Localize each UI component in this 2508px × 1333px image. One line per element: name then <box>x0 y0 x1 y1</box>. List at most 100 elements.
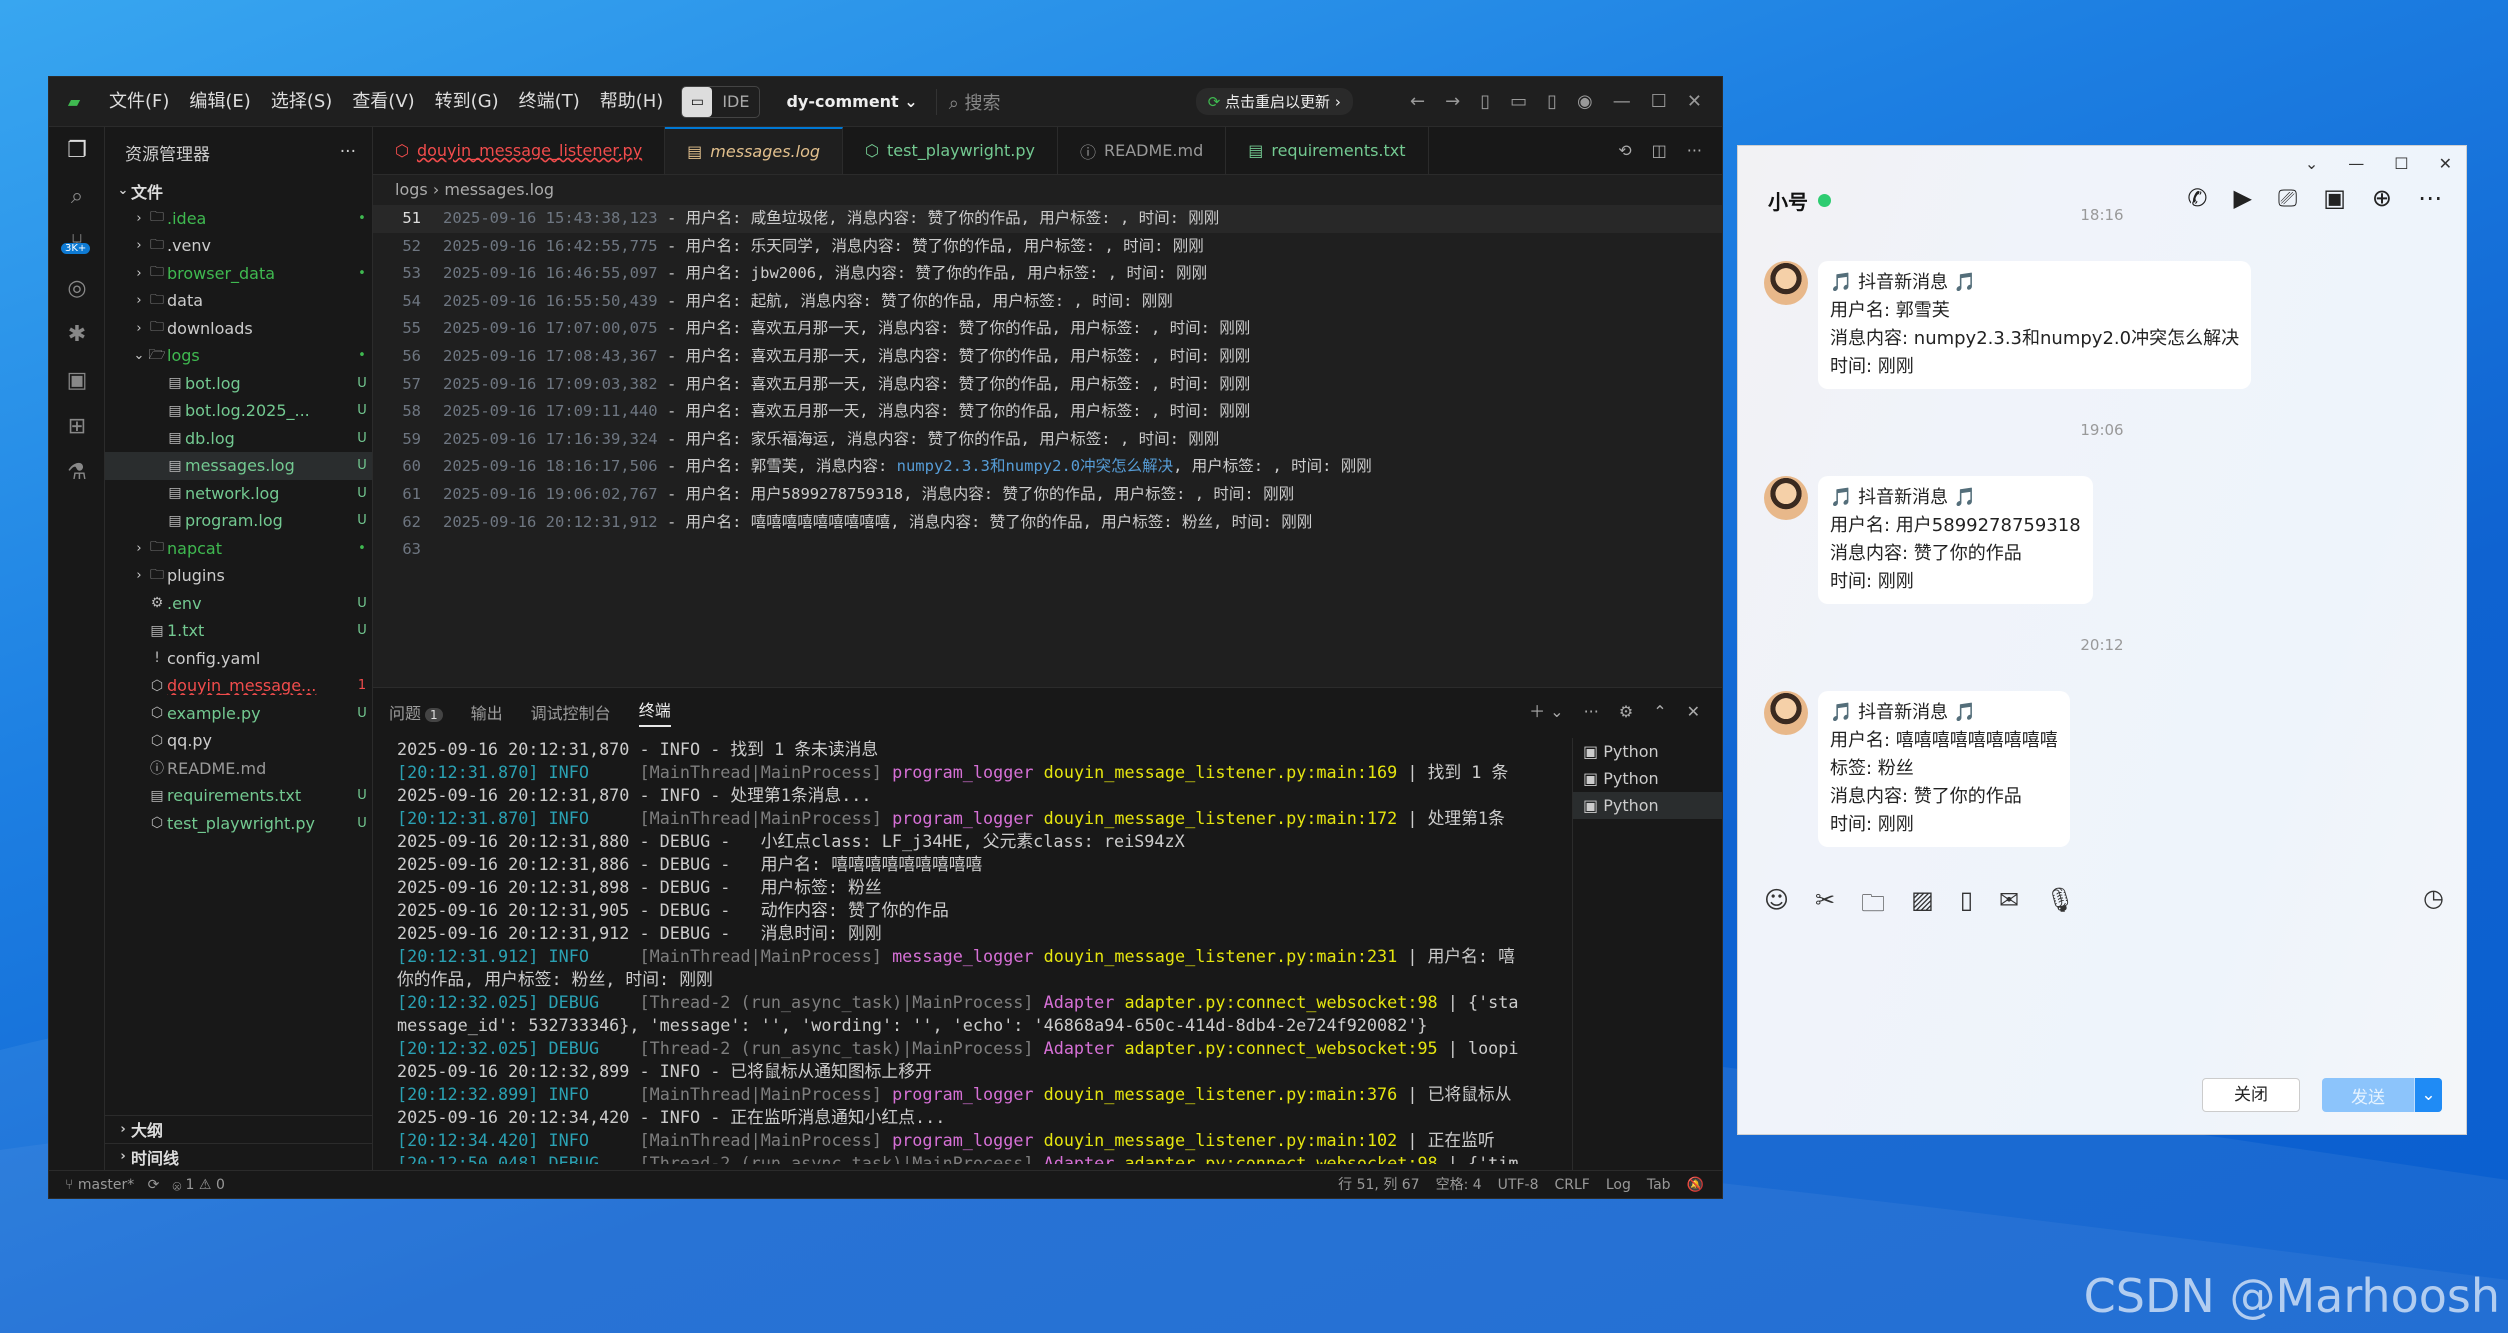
menu-item[interactable]: 终端(T) <box>509 77 590 127</box>
debug-icon[interactable]: ✱ <box>49 311 105 357</box>
breadcrumb-item[interactable]: logs <box>395 180 428 199</box>
message-bubble[interactable]: 🎵 抖音新消息 🎵 用户名: 郭雪芙 消息内容: numpy2.3.3和numpy2… <box>1818 261 2252 389</box>
editor-tab[interactable]: ▤ messages.log <box>665 127 844 174</box>
tree-item[interactable]: › 🗀 napcat • <box>105 535 372 563</box>
image-icon[interactable]: ▨ <box>1911 886 1934 927</box>
tree-root[interactable]: ⌄ 文件 <box>105 177 372 205</box>
minimize-icon[interactable]: — <box>1613 77 1631 127</box>
tree-item[interactable]: › 🗀 browser_data • <box>105 260 372 288</box>
forward-icon[interactable]: → <box>1445 77 1460 127</box>
tree-item[interactable]: ▤ program.log U <box>105 507 372 535</box>
code-editor[interactable]: 51 2025-09-16 15:43:38,123 - 用户名: 咸鱼垃圾佬, … <box>373 205 1722 564</box>
ide-toggle[interactable]: ▭ IDE <box>681 85 761 118</box>
terminal-instance[interactable]: ▣ Python <box>1573 738 1722 765</box>
status-item[interactable]: 行 51, 列 67 <box>1338 1171 1419 1198</box>
status-item[interactable]: Log <box>1606 1171 1631 1198</box>
close-icon[interactable]: ✕ <box>1687 77 1702 127</box>
tree-item[interactable]: ▤ 1.txt U <box>105 617 372 645</box>
status-item[interactable]: 空格: 4 <box>1436 1171 1482 1198</box>
extensions-icon[interactable]: ⊞ <box>49 403 105 449</box>
close-icon[interactable]: ✕ <box>2439 154 2452 173</box>
source-control-icon[interactable]: ⑂ 3K+ <box>49 219 105 265</box>
more-icon[interactable]: ··· <box>340 142 356 162</box>
history-clock-icon[interactable]: ◷ <box>2423 884 2444 912</box>
tree-item[interactable]: ⬡ qq.py <box>105 727 372 755</box>
more-icon[interactable]: ··· <box>1584 688 1599 736</box>
maximize-panel-icon[interactable]: ⌃ <box>1653 688 1666 736</box>
editor-tab[interactable]: ⬡ test_playwright.py <box>843 127 1058 174</box>
tree-item[interactable]: ▤ bot.log.2025_... U <box>105 397 372 425</box>
shake-icon[interactable]: ▯ <box>1960 886 1973 927</box>
tree-item[interactable]: ▤ network.log U <box>105 480 372 508</box>
status-item[interactable]: CRLF <box>1554 1171 1589 1198</box>
project-selector[interactable]: dy-comment ⌄ <box>774 92 929 111</box>
tree-item[interactable]: ⌄ 🗁 logs • <box>105 342 372 370</box>
tree-item[interactable]: ⬡ test_playwright.py U <box>105 810 372 838</box>
microphone-icon[interactable]: 🎙 <box>2045 886 2075 927</box>
avatar[interactable] <box>1764 261 1808 305</box>
tree-item[interactable]: ⓘ README.md <box>105 755 372 783</box>
warning-count[interactable]: 0 <box>216 1177 225 1193</box>
chevron-down-icon[interactable]: ⌄ <box>2305 154 2318 173</box>
toggle-sidebar-icon[interactable]: ▯ <box>1480 77 1490 127</box>
tree-item[interactable]: ▤ bot.log U <box>105 370 372 398</box>
outline-section[interactable]: › 大纲 <box>105 1115 372 1143</box>
panel-tab-2[interactable]: 调试控制台 <box>531 700 611 724</box>
avatar[interactable] <box>1764 691 1808 735</box>
menu-item[interactable]: 查看(V) <box>342 77 424 127</box>
add-terminal-icon[interactable]: ＋ ⌄ <box>1529 688 1564 736</box>
menu-item[interactable]: 帮助(H) <box>590 77 674 127</box>
tree-item[interactable]: › 🗀 downloads <box>105 315 372 343</box>
tree-item[interactable]: ▤ requirements.txt U <box>105 782 372 810</box>
tree-item[interactable]: ▤ messages.log U <box>105 452 372 480</box>
search-icon[interactable]: ⌕ <box>49 173 105 219</box>
avatar[interactable] <box>1764 476 1808 520</box>
menu-item[interactable]: 编辑(E) <box>179 77 260 127</box>
chevron-down-icon[interactable]: ⌄ <box>2414 1078 2442 1112</box>
tree-item[interactable]: ▤ db.log U <box>105 425 372 453</box>
folder-icon[interactable]: 🗀 <box>1861 886 1885 927</box>
run-icon[interactable]: ◎ <box>49 265 105 311</box>
update-button[interactable]: ⟳ 点击重启以更新 › <box>1195 88 1353 115</box>
remote-icon[interactable]: ▣ <box>49 357 105 403</box>
testing-icon[interactable]: ⚗ <box>49 449 105 495</box>
mailbox-icon[interactable]: ✉ <box>1999 886 2019 927</box>
emoji-icon[interactable]: ☺ <box>1764 886 1789 927</box>
tree-item[interactable]: ⚙ .env U <box>105 590 372 618</box>
tree-item[interactable]: › 🗀 .idea • <box>105 205 372 233</box>
status-item[interactable]: Tab <box>1647 1171 1671 1198</box>
terminal-instance[interactable]: ▣ Python <box>1573 792 1722 819</box>
open-changes-icon[interactable]: ⟲ <box>1618 127 1631 175</box>
account-icon[interactable]: ◉ <box>1577 77 1593 127</box>
message-bubble[interactable]: 🎵 抖音新消息 🎵 用户名: 用户5899278759318 消息内容: 赞了你的作… <box>1818 476 2093 604</box>
bell-icon[interactable]: 🔕 <box>1687 1171 1704 1198</box>
panel-tab-0[interactable]: 问题 1 <box>389 700 443 724</box>
split-editor-icon[interactable]: ◫ <box>1652 127 1667 175</box>
menu-item[interactable]: 转到(G) <box>425 77 509 127</box>
editor-tab[interactable]: ⬡ douyin_message_listener.py <box>373 127 666 174</box>
branch-name[interactable]: master* <box>78 1177 134 1193</box>
message-bubble[interactable]: 🎵 抖音新消息 🎵 用户名: 嘻嘻嘻嘻嘻嘻嘻嘻嘻 标签: 粉丝 消息内容: 赞了你的作… <box>1818 691 2070 847</box>
close-button[interactable]: 关闭 <box>2202 1078 2300 1112</box>
error-count[interactable]: 1 <box>186 1177 195 1193</box>
explorer-icon[interactable]: ❐ <box>49 127 105 173</box>
sync-icon[interactable]: ⟳ <box>148 1177 160 1193</box>
toggle-secondary-icon[interactable]: ▯ <box>1547 77 1557 127</box>
more-icon[interactable]: ··· <box>1687 127 1702 175</box>
terminal-instance[interactable]: ▣ Python <box>1573 765 1722 792</box>
terminal-settings-icon[interactable]: ⚙ <box>1619 688 1633 736</box>
scissors-icon[interactable]: ✂ <box>1815 886 1835 927</box>
tree-item[interactable]: › 🗀 .venv <box>105 232 372 260</box>
terminal-output[interactable]: 2025-09-16 20:12:31,870 - INFO - 找到 1 条未… <box>397 738 1617 1164</box>
tree-item[interactable]: ! config.yaml <box>105 645 372 673</box>
tree-item[interactable]: › 🗀 data <box>105 287 372 315</box>
tree-item[interactable]: › 🗀 plugins <box>105 562 372 590</box>
back-icon[interactable]: ← <box>1410 77 1425 127</box>
maximize-icon[interactable]: ☐ <box>2394 154 2408 173</box>
command-search[interactable]: ⌕ 搜索 <box>935 88 1186 115</box>
minimize-icon[interactable]: — <box>2348 154 2364 173</box>
send-button[interactable]: 发送 ⌄ <box>2322 1078 2442 1112</box>
editor-tab[interactable]: ⓘ README.md <box>1058 127 1227 174</box>
timeline-section[interactable]: › 时间线 <box>105 1142 372 1171</box>
breadcrumb-item[interactable]: messages.log <box>444 180 554 199</box>
